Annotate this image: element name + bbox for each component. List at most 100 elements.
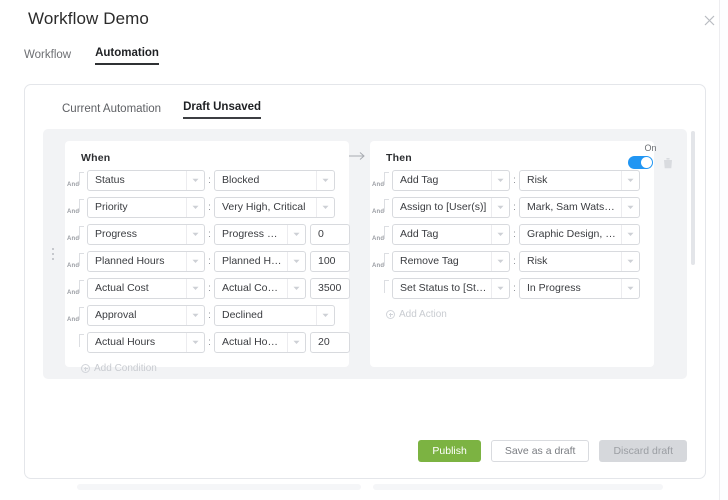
rule-field-select[interactable]: Add Tag xyxy=(392,224,510,245)
save-draft-button[interactable]: Save as a draft xyxy=(490,440,590,462)
rule-operator-select[interactable]: Mark, Sam Watson ... xyxy=(519,197,640,218)
chevron-down-icon[interactable] xyxy=(491,225,509,244)
rule-field-value: Add Tag xyxy=(400,228,439,240)
row-connector xyxy=(79,253,84,266)
chevron-down-icon[interactable] xyxy=(621,225,639,244)
rule-field-select[interactable]: Priority xyxy=(87,197,205,218)
chevron-down-icon[interactable] xyxy=(621,171,639,190)
chevron-down-icon[interactable] xyxy=(186,198,204,217)
rule-number-input[interactable]: 20 xyxy=(310,332,350,353)
page-title: Workflow Demo xyxy=(28,9,149,28)
chevron-down-icon[interactable] xyxy=(316,198,334,217)
rule-operator-value: Graphic Design, Issue xyxy=(527,228,621,240)
chevron-down-icon[interactable] xyxy=(186,252,204,271)
rule-operator-value: Mark, Sam Watson ... xyxy=(527,201,621,213)
tab-current-automation[interactable]: Current Automation xyxy=(62,103,161,119)
discard-draft-button[interactable]: Discard draft xyxy=(599,440,687,462)
rule-field-value: Assign to [User(s)] xyxy=(400,201,487,213)
publish-button[interactable]: Publish xyxy=(418,440,481,462)
rule-row: Priority: Very High, Critical xyxy=(79,197,335,218)
when-title: When xyxy=(81,152,111,164)
rule-number-value: 100 xyxy=(318,255,336,267)
rule-operator-value: Progress = X% xyxy=(222,228,287,240)
rule-operator-select[interactable]: Planned Hou... xyxy=(214,251,306,272)
footer-actions: Publish Save as a draft Discard draft xyxy=(418,440,687,462)
chevron-down-icon[interactable] xyxy=(186,171,204,190)
rule-row: Progress: Progress = X% 0 xyxy=(79,224,350,245)
page-scrollbar[interactable] xyxy=(719,0,728,500)
rule-field-select[interactable]: Approval xyxy=(87,305,205,326)
conjunction-label: And xyxy=(372,182,385,188)
conjunction-label: And xyxy=(67,263,80,269)
sub-tabs: Current Automation Draft Unsaved xyxy=(62,101,262,119)
rules-scroll-region: When Status: Blocked And Priority: Very High… xyxy=(43,129,693,414)
add-condition-button[interactable]: Add Condition xyxy=(65,359,349,374)
then-horizontal-scrollbar[interactable] xyxy=(373,484,663,490)
rule-enabled-toggle[interactable] xyxy=(628,156,653,169)
tab-draft-unsaved[interactable]: Draft Unsaved xyxy=(183,101,262,119)
rule-number-value: 0 xyxy=(318,228,324,240)
rule-field-select[interactable]: Status xyxy=(87,170,205,191)
chevron-down-icon[interactable] xyxy=(287,252,305,271)
rule-field-select[interactable]: Actual Cost xyxy=(87,278,205,299)
then-panel: Then Add Tag: Risk And Assign to [User(s)]:… xyxy=(370,141,654,367)
rule-operator-select[interactable]: Very High, Critical xyxy=(214,197,335,218)
chevron-down-icon[interactable] xyxy=(186,279,204,298)
rule-field-select[interactable]: Progress xyxy=(87,224,205,245)
chevron-down-icon[interactable] xyxy=(287,279,305,298)
rule-number-input[interactable]: 100 xyxy=(310,251,350,272)
chevron-down-icon[interactable] xyxy=(316,171,334,190)
rule-field-select[interactable]: Actual Hours xyxy=(87,332,205,353)
rule-field-select[interactable]: Remove Tag xyxy=(392,251,510,272)
rule-operator-select[interactable]: Risk xyxy=(519,251,640,272)
drag-handle-icon[interactable] xyxy=(52,248,54,260)
conjunction-label: And xyxy=(67,290,80,296)
rule-operator-select[interactable]: Blocked xyxy=(214,170,335,191)
rule-number-input[interactable]: 0 xyxy=(310,224,350,245)
rule-operator-select[interactable]: Graphic Design, Issue xyxy=(519,224,640,245)
chevron-down-icon[interactable] xyxy=(621,279,639,298)
rule-field-select[interactable]: Set Status to [Status] xyxy=(392,278,510,299)
rule-field-select[interactable]: Add Tag xyxy=(392,170,510,191)
rule-operator-select[interactable]: In Progress xyxy=(519,278,640,299)
chevron-down-icon[interactable] xyxy=(621,198,639,217)
rule-field-select[interactable]: Assign to [User(s)] xyxy=(392,197,510,218)
rule-row: Planned Hours: Planned Hou... 100 xyxy=(79,251,350,272)
chevron-down-icon[interactable] xyxy=(491,171,509,190)
rule-operator-value: Risk xyxy=(527,174,548,186)
rule-number-input[interactable]: 3500 xyxy=(310,278,350,299)
chevron-down-icon[interactable] xyxy=(287,225,305,244)
rules-scrollbar-thumb[interactable] xyxy=(691,131,695,265)
tab-automation[interactable]: Automation xyxy=(95,47,159,65)
chevron-down-icon[interactable] xyxy=(287,333,305,352)
rule-row: Add Tag: Risk xyxy=(384,170,640,191)
rule-number-value: 20 xyxy=(318,336,330,348)
when-horizontal-scrollbar[interactable] xyxy=(77,484,361,490)
rule-operator-select[interactable]: Declined xyxy=(214,305,335,326)
rule-operator-select[interactable]: Actual Hours... xyxy=(214,332,306,353)
add-action-button[interactable]: Add Action xyxy=(370,305,654,320)
chevron-down-icon[interactable] xyxy=(186,225,204,244)
rule-operator-select[interactable]: Actual Cost ... xyxy=(214,278,306,299)
trash-icon[interactable] xyxy=(663,157,673,169)
row-colon: : xyxy=(513,202,516,213)
when-panel: When Status: Blocked And Priority: Very High… xyxy=(65,141,350,374)
row-connector xyxy=(79,226,84,239)
row-connector xyxy=(79,199,84,212)
chevron-down-icon[interactable] xyxy=(316,306,334,325)
chevron-down-icon[interactable] xyxy=(186,306,204,325)
chevron-down-icon[interactable] xyxy=(491,279,509,298)
rule-row: Remove Tag: Risk xyxy=(384,251,640,272)
chevron-down-icon[interactable] xyxy=(186,333,204,352)
arrow-right-icon xyxy=(349,150,369,162)
chevron-down-icon[interactable] xyxy=(491,252,509,271)
chevron-down-icon[interactable] xyxy=(491,198,509,217)
tab-workflow[interactable]: Workflow xyxy=(24,49,71,65)
rule-operator-select[interactable]: Risk xyxy=(519,170,640,191)
rule-field-select[interactable]: Planned Hours xyxy=(87,251,205,272)
plus-icon xyxy=(81,364,90,373)
chevron-down-icon[interactable] xyxy=(621,252,639,271)
rule-operator-select[interactable]: Progress = X% xyxy=(214,224,306,245)
conjunction-label: And xyxy=(67,317,80,323)
close-icon[interactable] xyxy=(700,11,718,29)
